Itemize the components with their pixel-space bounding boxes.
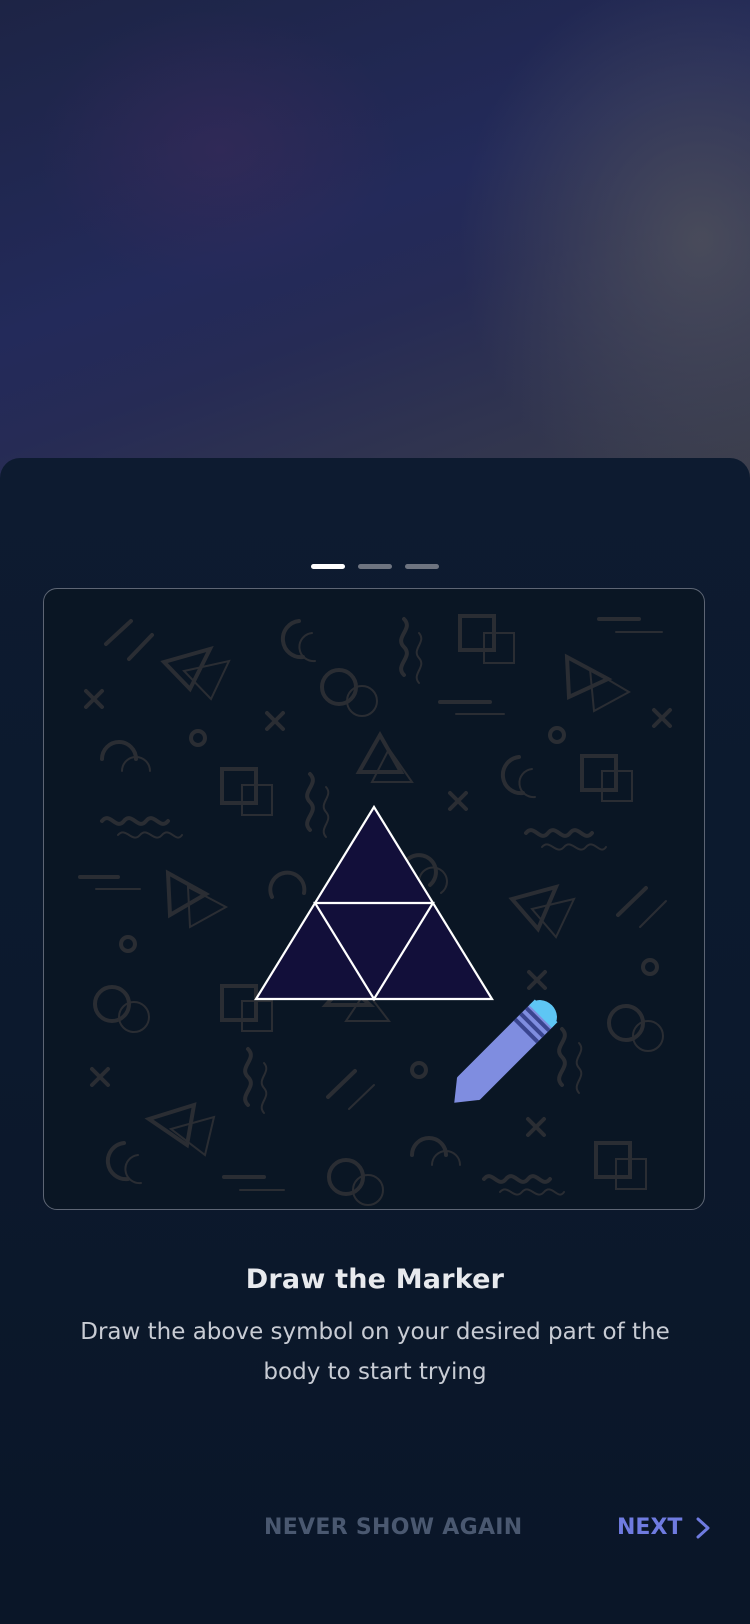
page-indicator — [0, 564, 750, 570]
onboarding-title: Draw the Marker — [245, 1264, 505, 1295]
camera-preview-background — [0, 0, 750, 480]
next-button-label: NEXT — [617, 1515, 683, 1540]
never-show-again-button[interactable]: NEVER SHOW AGAIN — [264, 1512, 523, 1544]
marker-illustration-card — [43, 588, 705, 1210]
page-indicator-dot-3[interactable] — [405, 564, 439, 569]
page-indicator-dot-1[interactable] — [311, 564, 345, 569]
marker-symbol-container — [254, 804, 558, 1103]
next-button[interactable]: NEXT — [617, 1512, 710, 1544]
chevron-right-icon — [696, 1517, 710, 1539]
marker-pen-icon — [454, 999, 558, 1103]
triforce-triangle-icon — [254, 804, 494, 1002]
page-indicator-dot-2[interactable] — [358, 564, 392, 569]
onboarding-description: Draw the above symbol on your desired pa… — [80, 1319, 670, 1385]
